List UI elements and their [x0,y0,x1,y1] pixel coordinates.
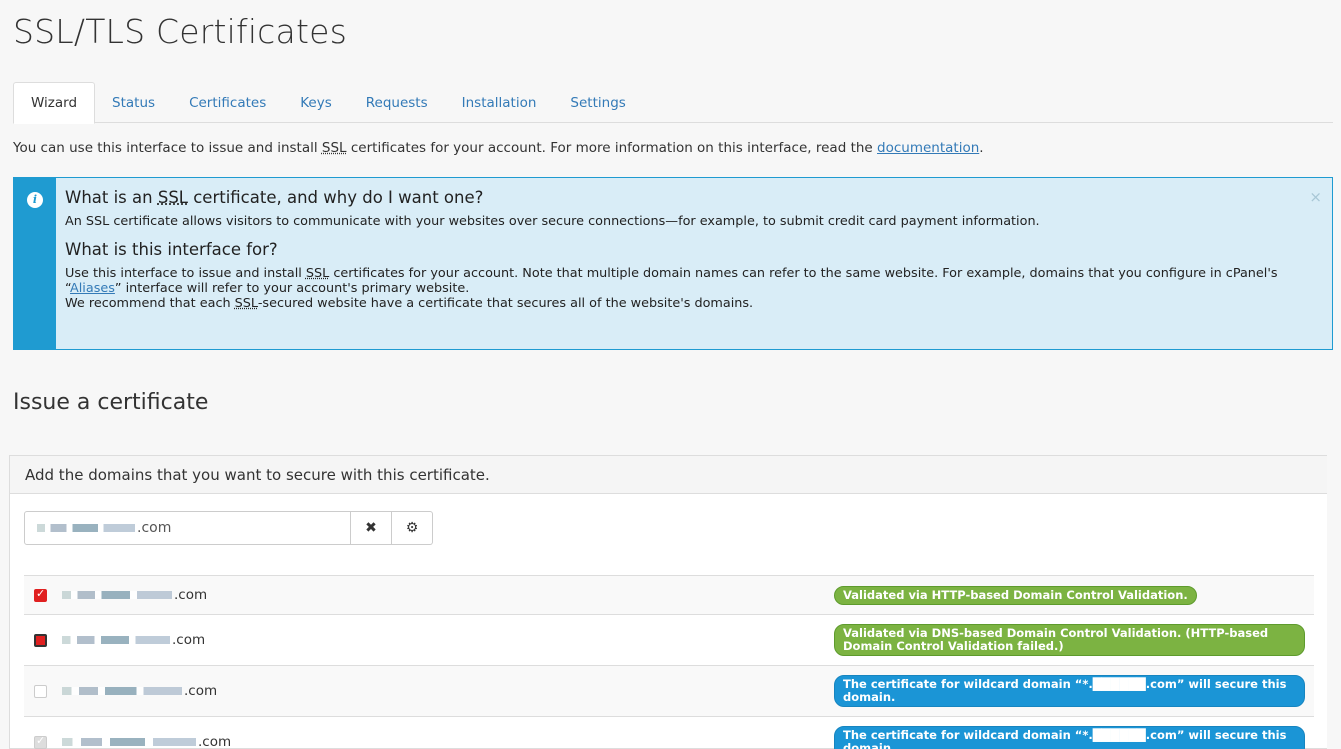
page-title: SSL/TLS Certificates [13,12,347,51]
info-heading-interface: What is this interface for? [65,240,278,259]
ssl-abbr: SSL [321,140,347,156]
aliases-link[interactable]: Aliases [70,281,115,296]
domain-checkbox[interactable] [34,684,47,698]
tab-status[interactable]: Status [95,82,172,123]
tab-requests[interactable]: Requests [349,82,445,123]
status-badge: The certificate for wildcard domain “*.█… [834,675,1305,707]
documentation-link[interactable]: documentation [877,140,979,156]
info-icon: i [27,192,43,208]
intro-prefix: You can use this interface to issue and … [13,140,322,156]
info-paragraph-1: An SSL certificate allows visitors to co… [65,214,1040,229]
domain-checkbox[interactable]: ✓ [34,734,47,749]
intro-middle: certificates for your account. For more … [346,140,878,156]
info-p3-a: We recommend that each [65,296,235,311]
status-badge: Validated via DNS-based Domain Control V… [834,624,1305,656]
table-row: ✓ .com The certificate for wildcard doma… [24,717,1314,749]
info-h1-prefix: What is an [65,188,158,207]
ssl-abbr: SSL [157,188,188,207]
table-row: .com The certificate for wildcard domain… [24,666,1314,717]
domain-name: .com [62,632,205,648]
domain-name: .com [62,683,217,699]
tab-bar: Wizard Status Certificates Keys Requests… [13,82,1333,124]
info-p2-a: Use this interface to issue and install [65,266,306,281]
domains-panel: Add the domains that you want to secure … [9,455,1327,749]
gears-icon: ⚙ [405,520,419,536]
redacted-domain [37,524,135,532]
close-icon: ✖ [365,520,377,536]
ssl-abbr: SSL [305,266,330,281]
info-side-bar: i [14,178,56,349]
panel-heading: Add the domains that you want to secure … [10,456,1327,494]
info-paragraph-2: Use this interface to issue and install … [65,266,1302,311]
tab-wizard[interactable]: Wizard [13,82,96,124]
intro-suffix: . [979,140,984,156]
info-callout: i × What is an SSL certificate, and why … [13,177,1333,350]
domain-name: .com [62,587,207,603]
status-badge: Validated via HTTP-based Domain Control … [834,585,1197,605]
domains-table: ✓ .com Validated via HTTP-based Domain C… [24,575,1314,749]
domain-name: .com [62,734,231,749]
options-button[interactable]: ⚙ [392,511,433,545]
clear-button[interactable]: ✖ [351,511,392,545]
info-p2-c: ” interface will refer to your account's… [114,281,470,296]
domain-checkbox[interactable] [34,633,47,647]
tab-keys[interactable]: Keys [283,82,349,123]
status-badge: The certificate for wildcard domain “*.█… [834,726,1305,749]
intro-text: You can use this interface to issue and … [13,140,984,156]
info-p3-b: -secured website have a certificate that… [257,296,754,311]
domain-input-group: .com ✖ ⚙ [24,511,433,545]
tab-certificates[interactable]: Certificates [172,82,283,123]
table-row: ✓ .com Validated via HTTP-based Domain C… [24,576,1314,615]
domain-checkbox[interactable]: ✓ [34,587,47,602]
domain-input-suffix: .com [137,520,172,536]
table-row: .com Validated via DNS-based Domain Cont… [24,615,1314,666]
ssl-abbr: SSL [234,296,258,311]
info-h1-suffix: certificate, and why do I want one? [187,188,484,207]
info-content: What is an SSL certificate, and why do I… [65,188,1302,311]
tab-installation[interactable]: Installation [445,82,554,123]
issue-section-title: Issue a certificate [13,390,209,415]
domain-search-input[interactable]: .com [24,511,351,545]
tab-settings[interactable]: Settings [553,82,642,123]
close-icon[interactable]: × [1309,188,1322,206]
info-heading-what-is-ssl: What is an SSL certificate, and why do I… [65,188,1302,207]
